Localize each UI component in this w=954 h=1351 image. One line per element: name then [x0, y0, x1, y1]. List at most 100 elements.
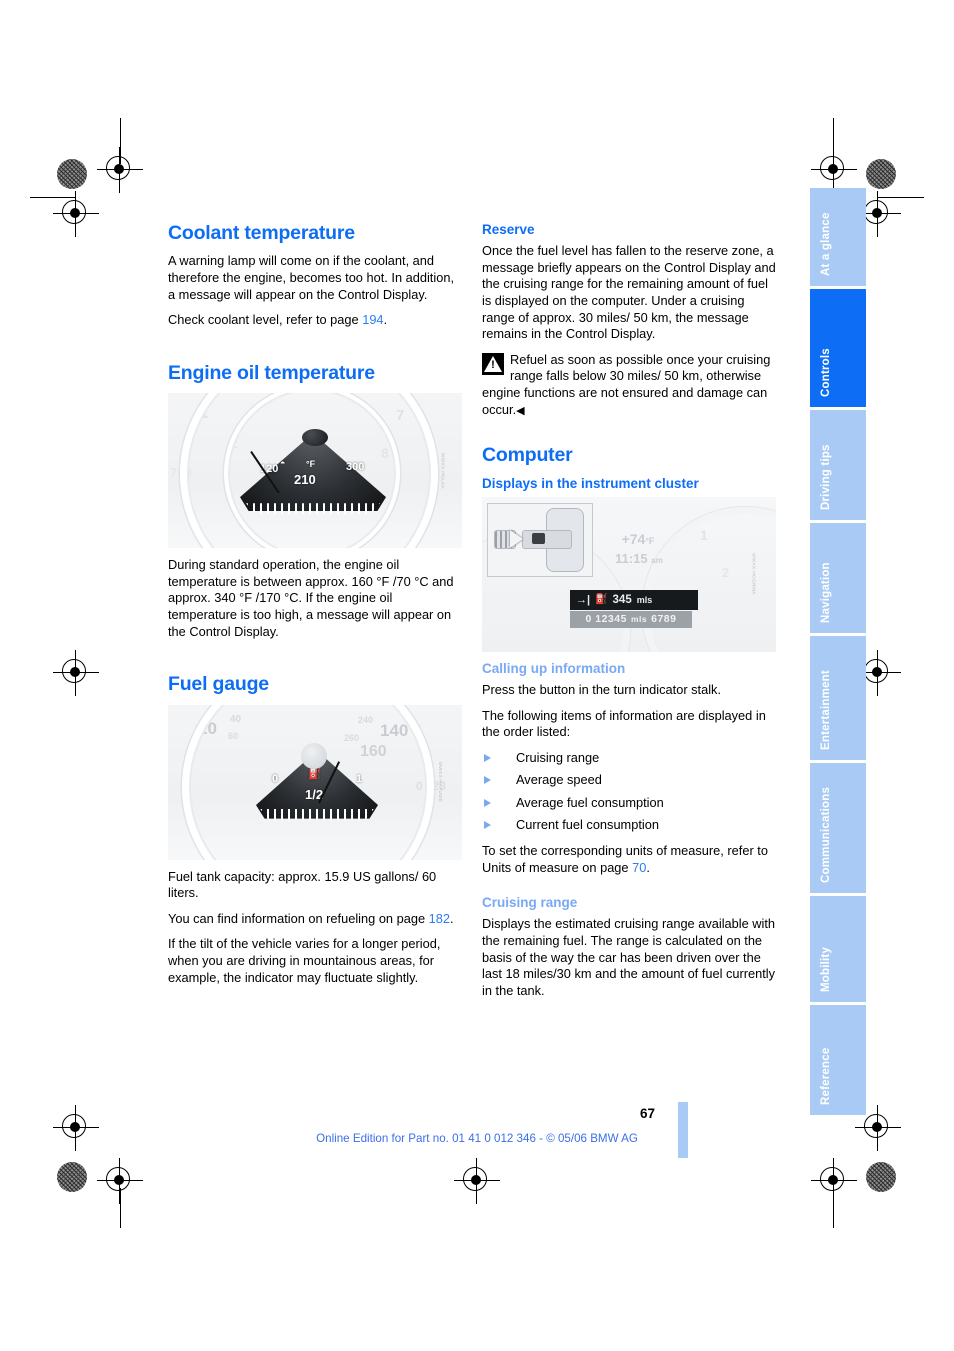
- coolant-paragraph-1: A warning lamp will come on if the coola…: [168, 253, 454, 302]
- calling-up-paragraph-3: To set the corresponding units of measur…: [482, 843, 776, 876]
- tab-at-a-glance[interactable]: At a glance: [810, 188, 866, 286]
- coolant-p2-before: Check coolant level, refer to page: [168, 312, 363, 328]
- tab-mobility[interactable]: Mobility: [810, 896, 866, 1002]
- press-direction-arrow-icon: [510, 529, 523, 548]
- tab-label: Reference: [820, 1047, 832, 1105]
- fuel-pump-icon: ⛽: [595, 594, 608, 606]
- calling-up-p3-before: To set the corresponding units of measur…: [482, 843, 768, 875]
- fuel-p2-before: You can find information on refueling on…: [168, 910, 429, 926]
- coolant-paragraph-2: Check coolant level, refer to page 194.: [168, 312, 462, 329]
- clock-suffix: am: [651, 555, 663, 565]
- list-item-label: Cruising range: [516, 749, 600, 765]
- outside-temperature-value: +74: [621, 530, 646, 547]
- figure-code: WWXX-HAFUWE: [438, 761, 444, 803]
- tab-controls[interactable]: Controls: [810, 289, 866, 407]
- tach-ghost-1: 1: [700, 526, 708, 543]
- oil-can-icon: ◓: [280, 458, 286, 469]
- tab-label: Navigation: [820, 562, 832, 623]
- outside-temperature-unit: °F: [645, 535, 655, 546]
- figure-instrument-cluster-computer: 1 2 +74°F 11:15 am →| ⛽ 345 mls 0 12345 …: [482, 496, 776, 652]
- warning-note-refuel: Refuel as soon as possible once your cru…: [482, 352, 776, 419]
- list-item: Current fuel consumption: [482, 817, 776, 834]
- stalk-button[interactable]: [532, 532, 545, 544]
- odometer-unit: mls: [630, 614, 648, 625]
- tab-driving-tips[interactable]: Driving tips: [810, 410, 866, 520]
- oil-temp-unit-label: °F: [306, 459, 316, 470]
- heading-engine-oil-temperature: Engine oil temperature: [168, 361, 375, 384]
- clock-readout: 11:15 am: [600, 551, 678, 566]
- tab-label: Driving tips: [820, 444, 832, 510]
- cruising-range-unit: mls: [636, 594, 653, 605]
- tab-label: Controls: [820, 348, 832, 397]
- coolant-p2-after: .: [383, 312, 388, 328]
- chapter-tab-rail: At a glance Controls Driving tips Naviga…: [810, 188, 866, 1118]
- odometer-value: 0 12345: [585, 613, 627, 626]
- cruising-range-lcd: →| ⛽ 345 mls: [570, 589, 698, 610]
- page-ref-182[interactable]: 182: [429, 911, 450, 926]
- page-ref-70[interactable]: 70: [632, 860, 646, 875]
- engine-oil-paragraph-1: During standard operation, the engine oi…: [168, 557, 454, 639]
- fuel-gauge-paragraph-3: If the tilt of the vehicle varies for a …: [168, 936, 441, 985]
- page-ref-194[interactable]: 194: [362, 312, 383, 327]
- tab-entertainment[interactable]: Entertainment: [810, 636, 866, 760]
- note-end-marker: ◀: [516, 404, 525, 417]
- bullet-triangle-icon: [484, 753, 491, 762]
- tab-label: Entertainment: [820, 670, 832, 750]
- list-item-label: Average speed: [516, 772, 602, 788]
- left-column: Coolant temperature A warning lamp will …: [168, 222, 462, 986]
- calling-up-p3-after: .: [646, 859, 650, 875]
- tab-communications[interactable]: Communications: [810, 763, 866, 893]
- figure-fuel-gauge: 20 40 60 140 160 240 260 0 123 ⛽ 0 1/2 1…: [168, 704, 462, 860]
- heading-calling-up-information: Calling up information: [482, 660, 626, 676]
- oil-temp-right-value: 300: [346, 461, 365, 474]
- outside-temperature-readout: +74°F: [606, 531, 670, 547]
- fuel-gauge-paragraph-2: You can find information on refueling on…: [168, 911, 462, 928]
- page-number: 67: [640, 1106, 656, 1121]
- calling-up-paragraph-1: Press the button in the turn indicator s…: [482, 681, 722, 697]
- odometer-lcd: 0 12345 mls 6789: [570, 610, 692, 628]
- turn-indicator-stalk-inset: [487, 502, 593, 577]
- trip-value: 6789: [651, 613, 677, 626]
- clock-value: 11:15: [615, 550, 648, 566]
- figure-code: WWXX-HGLAA: [440, 452, 446, 489]
- heading-reserve: Reserve: [482, 222, 535, 237]
- tab-reference[interactable]: Reference: [810, 1005, 866, 1115]
- tab-label: Communications: [820, 786, 832, 883]
- list-item: Average speed: [482, 772, 776, 789]
- heading-cruising-range: Cruising range: [482, 895, 578, 911]
- cruising-range-paragraph-1: Displays the estimated cruising range av…: [482, 916, 776, 998]
- list-item-label: Average fuel consumption: [516, 794, 664, 810]
- oil-temp-center-value: 210: [294, 472, 316, 488]
- bullet-triangle-icon: [484, 798, 491, 807]
- tab-label: At a glance: [820, 212, 832, 276]
- heading-coolant-temperature: Coolant temperature: [168, 222, 355, 244]
- list-item: Cruising range: [482, 750, 776, 767]
- cruising-range-value: 345: [612, 593, 632, 606]
- figure-code: WWXX-HOGNWA: [751, 553, 757, 596]
- oil-temp-tick-marks: [246, 503, 380, 515]
- footer-accent-bar: [678, 1102, 688, 1158]
- reserve-paragraph-1: Once the fuel level has fallen to the re…: [482, 243, 776, 342]
- right-column: Reserve Once the fuel level has fallen t…: [482, 222, 776, 999]
- gauge-needle-hub: [301, 742, 327, 769]
- list-item: Average fuel consumption: [482, 795, 776, 812]
- fuel-p2-after: .: [450, 910, 454, 926]
- warning-note-text: Refuel as soon as possible once your cru…: [482, 352, 776, 419]
- calling-up-paragraph-2: The following items of information are d…: [482, 707, 766, 740]
- heading-computer: Computer: [482, 444, 573, 467]
- information-items-list: Cruising range Average speed Average fue…: [482, 750, 776, 834]
- fuel-left-value: 0: [272, 772, 279, 785]
- tab-label: Mobility: [820, 946, 832, 992]
- tab-navigation[interactable]: Navigation: [810, 523, 866, 633]
- bullet-triangle-icon: [484, 776, 491, 785]
- list-item-label: Current fuel consumption: [516, 817, 659, 833]
- two-column-body: Coolant temperature A warning lamp will …: [168, 222, 776, 999]
- warning-triangle-icon: [482, 352, 504, 375]
- fuel-right-value: 1: [356, 772, 363, 785]
- online-edition-notice: Online Edition for Part no. 01 41 0 012 …: [316, 1132, 638, 1145]
- subheading-displays-in-instrument-cluster: Displays in the instrument cluster: [482, 475, 699, 491]
